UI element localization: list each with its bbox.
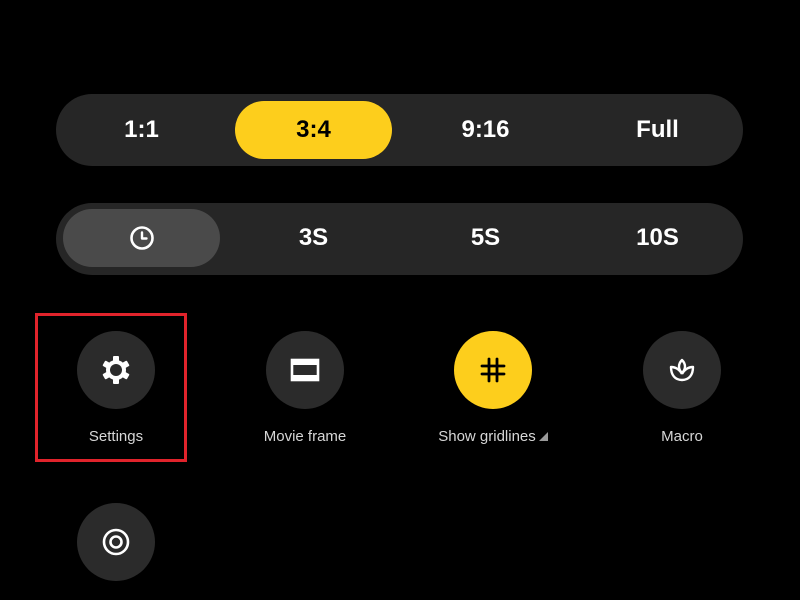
grid-icon xyxy=(480,357,506,383)
timer-option-label: 3S xyxy=(298,224,329,251)
movie-frame-label: Movie frame xyxy=(263,428,347,445)
ratio-option-label: 9:16 xyxy=(461,116,510,143)
dropdown-corner-icon xyxy=(538,432,548,441)
ratio-option-9-16[interactable]: 9:16 xyxy=(407,101,564,159)
show-gridlines-label: Show gridlines xyxy=(413,428,573,445)
timer-option-3s[interactable]: 3S xyxy=(235,209,392,267)
timer-option-10s[interactable]: 10S xyxy=(579,209,736,267)
timer-option-label: 5S xyxy=(470,224,501,251)
show-gridlines-button[interactable] xyxy=(454,331,532,409)
ratio-option-3-4[interactable]: 3:4 xyxy=(235,101,392,159)
settings-tile[interactable]: Settings xyxy=(36,313,196,453)
settings-button[interactable] xyxy=(77,331,155,409)
timer-option-off[interactable] xyxy=(63,209,220,267)
extra-tile[interactable] xyxy=(36,485,196,600)
extra-button[interactable] xyxy=(77,503,155,581)
ratio-option-1-1[interactable]: 1:1 xyxy=(63,101,220,159)
show-gridlines-text: Show gridlines xyxy=(438,428,536,445)
ratio-option-label: 3:4 xyxy=(296,116,331,143)
movie-frame-button[interactable] xyxy=(266,331,344,409)
ratio-option-label: Full xyxy=(636,116,679,143)
timer-off-icon xyxy=(129,226,154,250)
camera-quick-settings-panel: 1:1 3:4 9:16 Full 3S 5S 10S Settings Mov… xyxy=(0,0,800,600)
macro-button[interactable] xyxy=(643,331,721,409)
timer-option-label: 10S xyxy=(636,224,679,251)
macro-tile[interactable]: Macro xyxy=(602,313,762,453)
movie-frame-tile[interactable]: Movie frame xyxy=(225,313,385,453)
macro-flower-icon xyxy=(669,358,695,382)
ratio-option-full[interactable]: Full xyxy=(579,101,736,159)
ratio-option-label: 1:1 xyxy=(124,116,159,143)
gear-icon xyxy=(102,356,130,384)
macro-label: Macro xyxy=(661,428,703,445)
aspect-ratio-selector: 1:1 3:4 9:16 Full xyxy=(56,94,743,166)
movie-frame-icon xyxy=(290,358,320,382)
show-gridlines-tile[interactable]: Show gridlines xyxy=(413,313,573,453)
timer-selector: 3S 5S 10S xyxy=(56,203,743,275)
target-icon xyxy=(102,528,130,556)
timer-option-5s[interactable]: 5S xyxy=(407,209,564,267)
settings-label: Settings xyxy=(88,428,144,445)
